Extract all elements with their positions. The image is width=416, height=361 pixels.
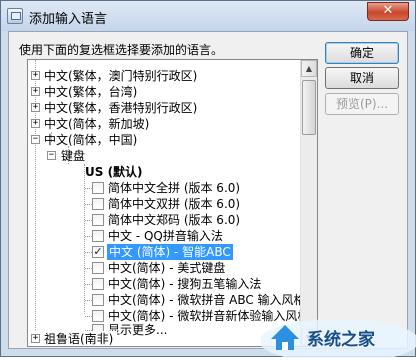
ok-button[interactable]: 确定 (325, 42, 399, 64)
keyboard-option-label: 中文 (简体) - 智能ABC (107, 244, 233, 260)
tree-node-label: 中文(简体，中国) (44, 133, 138, 147)
tree-node-label: 中文(繁体，台湾) (44, 85, 138, 99)
checkbox[interactable] (92, 230, 104, 242)
language-tree[interactable]: + 中文(繁体，澳门特别行政区) + 中文(繁体，台湾) + 中文(繁体，香港特… (27, 59, 318, 347)
checkbox[interactable] (92, 198, 104, 210)
keyboard-option-label: 简体中文全拼 (版本 6.0) (108, 181, 241, 195)
expand-icon[interactable]: + (31, 119, 40, 128)
close-button[interactable]: ✕ (367, 2, 409, 21)
checkbox[interactable] (92, 182, 104, 194)
tree-connector (35, 60, 36, 330)
expand-icon[interactable]: + (31, 71, 40, 80)
scroll-up-button[interactable]: ▲ (301, 60, 317, 77)
keyboard-option-label: 中文(简体) - 美式键盘 (108, 261, 226, 275)
checkbox[interactable] (92, 310, 104, 322)
keyboard-option-label: 中文 - QQ拼音输入法 (108, 229, 223, 243)
expand-icon[interactable]: + (31, 334, 40, 343)
keyboard-option-label: 中文(简体) - 搜狗五笔输入法 (108, 277, 262, 291)
expand-icon[interactable]: + (31, 87, 40, 96)
tree-node-label: 中文(繁体，香港特别行政区) (44, 101, 198, 115)
checkbox[interactable] (92, 278, 104, 290)
instruction-text: 使用下面的复选框选择要添加的语言。 (19, 43, 224, 57)
collapse-icon[interactable]: − (31, 135, 40, 144)
tree-connector (84, 164, 85, 314)
preview-button[interactable]: 预览(P)... (325, 93, 399, 115)
dialog-body: 使用下面的复选框选择要添加的语言。 + 中文(繁体，澳门特别行政区) + 中文(… (8, 31, 408, 349)
keyboard-app-icon (7, 8, 23, 24)
checkbox[interactable] (92, 262, 104, 274)
collapse-icon[interactable]: − (47, 151, 56, 160)
tree-node-label: 祖鲁语(南非) (44, 331, 118, 346)
keyboard-option-label: 中文(简体) - 微软拼音 ABC 输入风格 (108, 293, 306, 307)
window-title: 添加输入语言 (29, 12, 108, 27)
checkbox[interactable] (92, 214, 104, 226)
scroll-down-button[interactable]: ▼ (301, 329, 317, 346)
tree-node-label: 键盘 (61, 149, 86, 163)
tree-node-label: 中文(简体，新加坡) (44, 117, 150, 131)
keyboard-option-label: 简体中文郑码 (版本 6.0) (108, 213, 241, 227)
expand-icon[interactable]: + (31, 103, 40, 112)
checkbox-checked[interactable]: ✓ (92, 246, 104, 258)
cancel-button[interactable]: 取消 (325, 67, 399, 89)
keyboard-option-label: 简体中文双拼 (版本 6.0) (108, 197, 241, 211)
checkbox[interactable] (92, 294, 104, 306)
vertical-scrollbar[interactable]: ▲ ▼ (300, 60, 317, 346)
scroll-thumb[interactable] (302, 80, 316, 135)
title-bar: 添加输入语言 ✕ (1, 1, 415, 31)
add-input-language-dialog: 添加输入语言 ✕ 使用下面的复选框选择要添加的语言。 + 中文(繁体，澳门特别行… (0, 0, 416, 361)
tree-node-label: 中文(繁体，澳门特别行政区) (44, 69, 198, 83)
tree-node-label: US (默认) (85, 165, 143, 179)
